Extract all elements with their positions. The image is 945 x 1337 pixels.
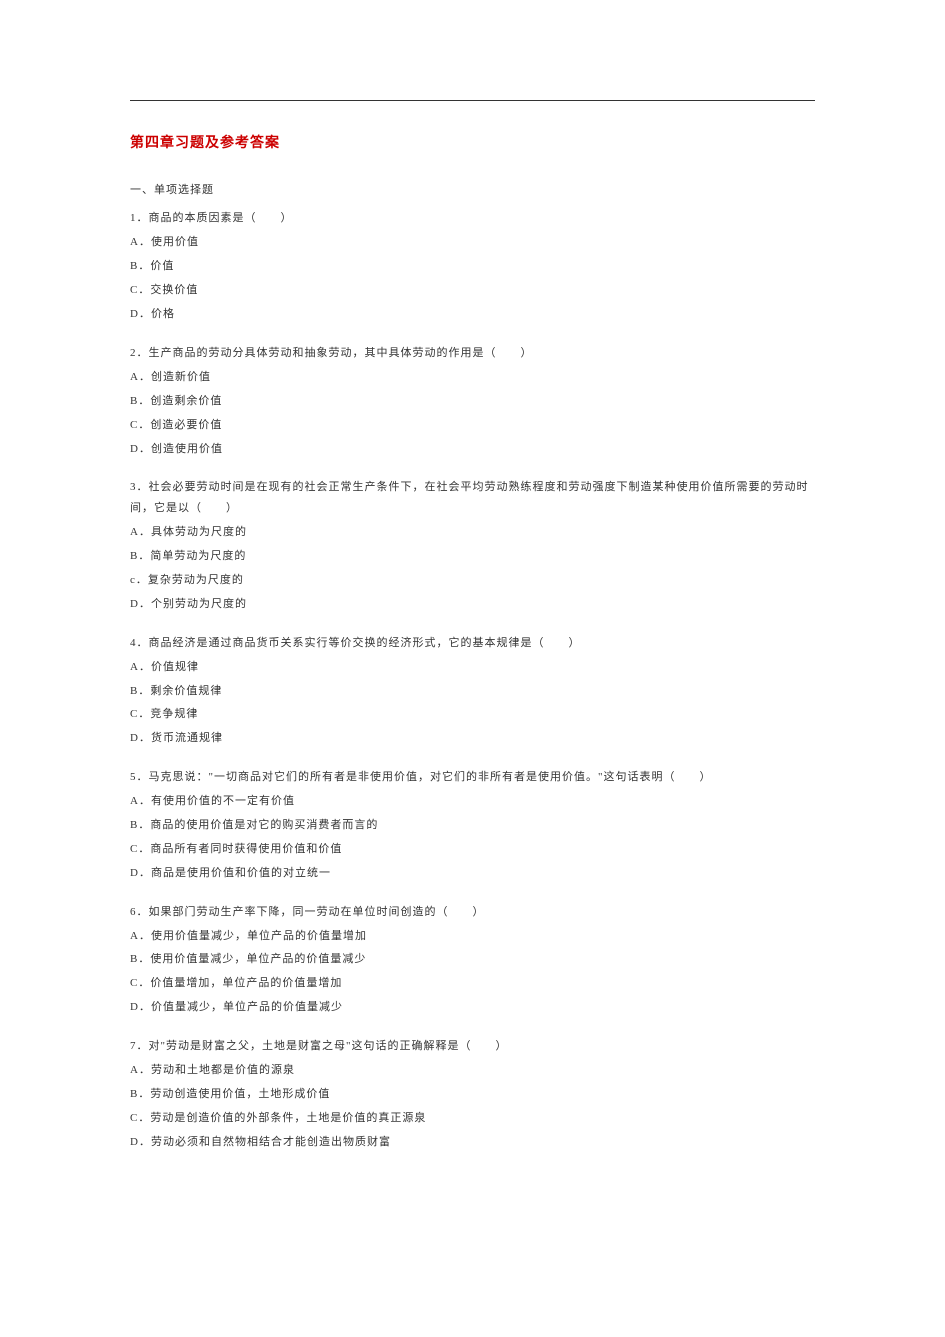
option-b: B．创造剩余价值 bbox=[130, 391, 815, 412]
option-b: B．剩余价值规律 bbox=[130, 681, 815, 702]
section-heading: 一、单项选择题 bbox=[130, 180, 815, 201]
option-a: A．价值规律 bbox=[130, 657, 815, 678]
question-block-4: 4．商品经济是通过商品货币关系实行等价交换的经济形式，它的基本规律是（ ） A．… bbox=[130, 633, 815, 749]
option-a: A．具体劳动为尺度的 bbox=[130, 522, 815, 543]
question-block-7: 7．对"劳动是财富之父，土地是财富之母"这句话的正确解释是（ ） A．劳动和土地… bbox=[130, 1036, 815, 1152]
option-c: C．劳动是创造价值的外部条件，土地是价值的真正源泉 bbox=[130, 1108, 815, 1129]
option-b: B．价值 bbox=[130, 256, 815, 277]
option-a: A．使用价值 bbox=[130, 232, 815, 253]
option-b: B．商品的使用价值是对它的购买消费者而言的 bbox=[130, 815, 815, 836]
option-b: B．使用价值量减少，单位产品的价值量减少 bbox=[130, 949, 815, 970]
question-stem: 2．生产商品的劳动分具体劳动和抽象劳动，其中具体劳动的作用是（ ） bbox=[130, 343, 815, 364]
option-a: A．劳动和土地都是价值的源泉 bbox=[130, 1060, 815, 1081]
question-stem: 3．社会必要劳动时间是在现有的社会正常生产条件下，在社会平均劳动熟练程度和劳动强… bbox=[130, 477, 815, 519]
question-stem: 1．商品的本质因素是（ ） bbox=[130, 208, 815, 229]
question-stem: 6．如果部门劳动生产率下降，同一劳动在单位时间创造的（ ） bbox=[130, 902, 815, 923]
option-b: B．简单劳动为尺度的 bbox=[130, 546, 815, 567]
option-a: A．创造新价值 bbox=[130, 367, 815, 388]
option-d: D．价格 bbox=[130, 304, 815, 325]
option-a: A．使用价值量减少，单位产品的价值量增加 bbox=[130, 926, 815, 947]
question-block-1: 1．商品的本质因素是（ ） A．使用价值 B．价值 C．交换价值 D．价格 bbox=[130, 208, 815, 324]
question-block-5: 5．马克思说："一切商品对它们的所有者是非使用价值，对它们的非所有者是使用价值。… bbox=[130, 767, 815, 883]
option-c: C．创造必要价值 bbox=[130, 415, 815, 436]
option-c: C．商品所有者同时获得使用价值和价值 bbox=[130, 839, 815, 860]
option-c: C．交换价值 bbox=[130, 280, 815, 301]
question-block-2: 2．生产商品的劳动分具体劳动和抽象劳动，其中具体劳动的作用是（ ） A．创造新价… bbox=[130, 343, 815, 459]
option-d: D．货币流通规律 bbox=[130, 728, 815, 749]
top-rule bbox=[130, 100, 815, 101]
option-d: D．劳动必须和自然物相结合才能创造出物质财富 bbox=[130, 1132, 815, 1153]
option-c: C．价值量增加，单位产品的价值量增加 bbox=[130, 973, 815, 994]
option-c: c．复杂劳动为尺度的 bbox=[130, 570, 815, 591]
option-d: D．商品是使用价值和价值的对立统一 bbox=[130, 863, 815, 884]
option-b: B．劳动创造使用价值，土地形成价值 bbox=[130, 1084, 815, 1105]
question-stem: 7．对"劳动是财富之父，土地是财富之母"这句话的正确解释是（ ） bbox=[130, 1036, 815, 1057]
option-d: D．价值量减少，单位产品的价值量减少 bbox=[130, 997, 815, 1018]
option-d: D．个别劳动为尺度的 bbox=[130, 594, 815, 615]
question-stem: 5．马克思说："一切商品对它们的所有者是非使用价值，对它们的非所有者是使用价值。… bbox=[130, 767, 815, 788]
page-title: 第四章习题及参考答案 bbox=[130, 131, 815, 158]
option-d: D．创造使用价值 bbox=[130, 439, 815, 460]
question-stem: 4．商品经济是通过商品货币关系实行等价交换的经济形式，它的基本规律是（ ） bbox=[130, 633, 815, 654]
question-block-6: 6．如果部门劳动生产率下降，同一劳动在单位时间创造的（ ） A．使用价值量减少，… bbox=[130, 902, 815, 1018]
option-c: C．竞争规律 bbox=[130, 704, 815, 725]
option-a: A．有使用价值的不一定有价值 bbox=[130, 791, 815, 812]
question-block-3: 3．社会必要劳动时间是在现有的社会正常生产条件下，在社会平均劳动熟练程度和劳动强… bbox=[130, 477, 815, 614]
